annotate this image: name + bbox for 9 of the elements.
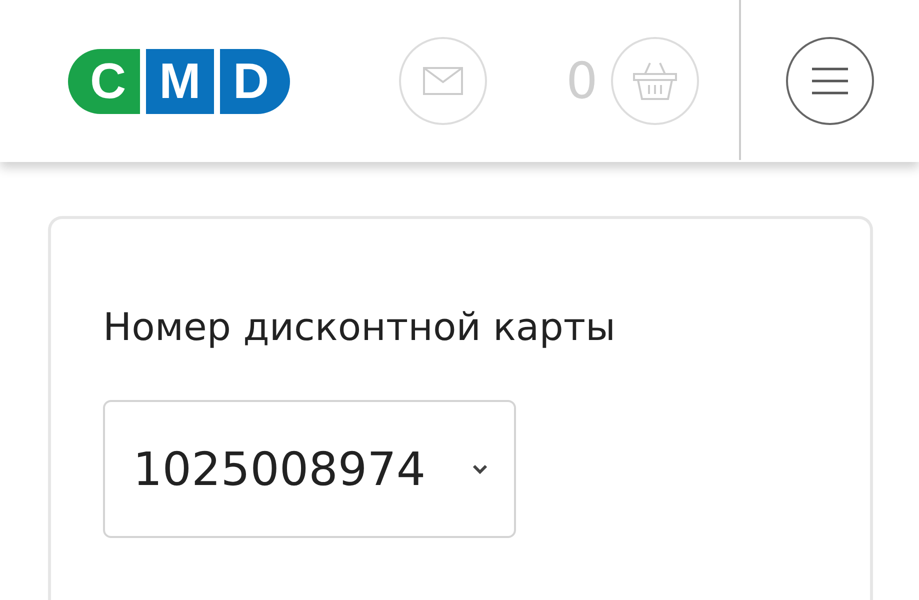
menu-icon [810,67,850,95]
envelope-icon [423,67,463,95]
card-number-select[interactable]: 1025008974 [103,400,516,538]
chevron-down-icon [472,464,488,474]
card-number-label: Номер дисконтной карты [103,304,616,351]
basket-icon [632,60,678,102]
logo-letter: D [220,48,290,114]
logo-letter: M [146,48,214,114]
logo-letter: C [68,48,140,114]
